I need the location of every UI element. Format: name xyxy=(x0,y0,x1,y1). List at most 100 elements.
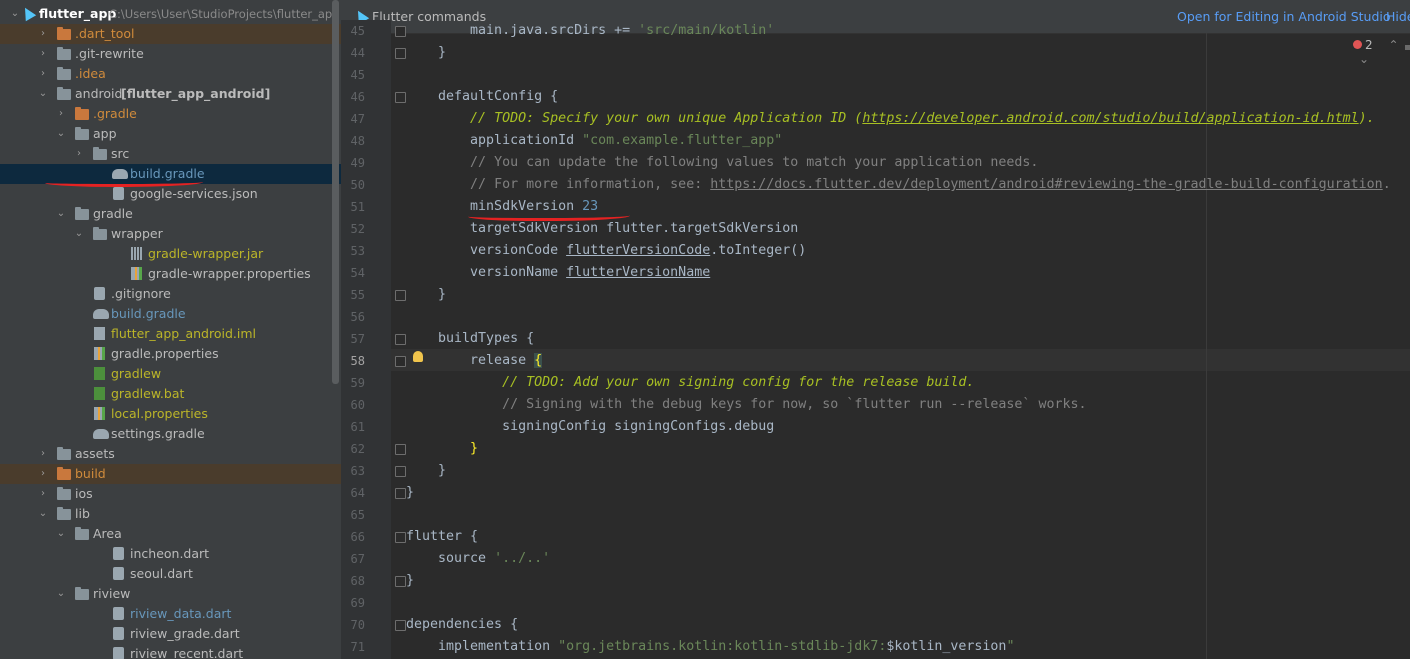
tree-item[interactable]: local.properties xyxy=(0,404,341,424)
tree-item[interactable]: › .dart_tool xyxy=(0,24,341,44)
code-line[interactable]: // TODO: Add your own signing config for… xyxy=(406,372,974,394)
chevron-down-icon[interactable]: ⌄ xyxy=(55,524,67,544)
tree-item[interactable]: › build xyxy=(0,464,341,484)
chevron-down-icon[interactable]: ⌄ xyxy=(37,84,49,104)
tree-item[interactable]: gradle-wrapper.properties xyxy=(0,264,341,284)
tree-item-label: gradle xyxy=(93,206,133,221)
chevron-right-icon[interactable]: › xyxy=(55,104,67,124)
chevron-down-icon[interactable]: ⌄ xyxy=(9,4,21,24)
chevron-right-icon[interactable]: › xyxy=(37,64,49,84)
folder-icon xyxy=(57,467,71,481)
tree-item-label: flutter_app_android.iml xyxy=(111,326,256,341)
code-line[interactable]: } xyxy=(406,482,414,504)
tree-item[interactable]: gradlew xyxy=(0,364,341,384)
chevron-right-icon[interactable]: › xyxy=(37,464,49,484)
code-line[interactable]: } xyxy=(406,438,478,460)
tree-item[interactable]: riview_data.dart xyxy=(0,604,341,624)
code-line[interactable]: // For more information, see: https://do… xyxy=(406,174,1391,196)
fold-marker-icon[interactable] xyxy=(395,48,406,59)
code-line[interactable]: versionCode flutterVersionCode.toInteger… xyxy=(406,240,806,262)
code-line[interactable]: // TODO: Specify your own unique Applica… xyxy=(406,108,1375,130)
code-line[interactable]: dependencies { xyxy=(406,614,518,636)
chevron-down-icon[interactable]: ⌄ xyxy=(55,204,67,224)
tree-item[interactable]: gradlew.bat xyxy=(0,384,341,404)
tree-item[interactable]: build.gradle xyxy=(0,304,341,324)
chevron-down-icon[interactable]: ⌄ xyxy=(73,224,85,244)
tree-item[interactable]: ⌄ riview xyxy=(0,584,341,604)
code-line[interactable]: } xyxy=(406,460,446,482)
tree-item[interactable]: gradle.properties xyxy=(0,344,341,364)
chevron-down-icon[interactable]: ⌄ xyxy=(55,124,67,144)
tree-item[interactable]: › .git-rewrite xyxy=(0,44,341,64)
tree-item[interactable]: ⌄ app xyxy=(0,124,341,144)
iml-file-icon xyxy=(93,327,107,341)
code-line[interactable]: buildTypes { xyxy=(406,328,534,350)
code-line[interactable]: } xyxy=(406,42,446,64)
fold-marker-icon[interactable] xyxy=(395,356,406,367)
tree-item[interactable]: ⌄ wrapper xyxy=(0,224,341,244)
code-line[interactable]: release { xyxy=(406,350,543,372)
tree-item[interactable]: gradle-wrapper.jar xyxy=(0,244,341,264)
line-number: 57 xyxy=(350,332,365,346)
code-line[interactable]: // You can update the following values t… xyxy=(406,152,1038,174)
code-line[interactable]: applicationId "com.example.flutter_app" xyxy=(406,130,782,152)
tree-item[interactable]: ⌄ lib xyxy=(0,504,341,524)
chevron-right-icon[interactable]: › xyxy=(37,44,49,64)
chevron-down-icon[interactable]: ⌄ xyxy=(37,504,49,524)
line-number: 63 xyxy=(350,464,365,478)
code-line[interactable]: } xyxy=(406,570,414,592)
tree-item[interactable]: .gitignore xyxy=(0,284,341,304)
fold-marker-icon[interactable] xyxy=(395,620,406,631)
tree-item[interactable]: › ios xyxy=(0,484,341,504)
tree-item[interactable]: ⌄ android [flutter_app_android] xyxy=(0,84,341,104)
tree-item[interactable]: riview_recent.dart xyxy=(0,644,341,659)
line-number: 58 xyxy=(350,354,365,368)
fold-marker-icon[interactable] xyxy=(395,26,406,37)
folder-icon xyxy=(57,87,71,101)
code-line[interactable]: } xyxy=(406,284,446,306)
fold-marker-icon[interactable] xyxy=(395,290,406,301)
chevron-right-icon[interactable]: › xyxy=(37,484,49,504)
tree-item[interactable]: ⌄ gradle xyxy=(0,204,341,224)
scroll-marker[interactable] xyxy=(1405,45,1410,50)
chevron-right-icon[interactable]: › xyxy=(37,24,49,44)
code-line[interactable]: implementation "org.jetbrains.kotlin:kot… xyxy=(406,636,1014,658)
tree-item[interactable]: ⌄ Area xyxy=(0,524,341,544)
chevron-right-icon[interactable]: › xyxy=(73,144,85,164)
fold-marker-icon[interactable] xyxy=(395,576,406,587)
chevron-right-icon[interactable]: › xyxy=(37,444,49,464)
open-in-android-studio-link[interactable]: Open for Editing in Android Studio xyxy=(1177,9,1391,24)
sidebar-scrollbar[interactable] xyxy=(332,0,339,384)
lightbulb-icon[interactable] xyxy=(413,351,423,362)
fold-marker-icon[interactable] xyxy=(395,466,406,477)
tree-item[interactable]: google-services.json xyxy=(0,184,341,204)
code-line[interactable]: signingConfig signingConfigs.debug xyxy=(406,416,774,438)
code-line[interactable]: // Signing with the debug keys for now, … xyxy=(406,394,1086,416)
tree-item[interactable]: settings.gradle xyxy=(0,424,341,444)
tree-item[interactable]: incheon.dart xyxy=(0,544,341,564)
hide-link[interactable]: Hide xyxy=(1386,9,1410,24)
code-line[interactable]: versionName flutterVersionName xyxy=(406,262,710,284)
code-line[interactable]: main.java.srcDirs += 'src/main/kotlin' xyxy=(406,20,774,42)
tree-item[interactable]: › assets xyxy=(0,444,341,464)
chevron-up-icon[interactable]: ⌃ xyxy=(1388,38,1398,52)
fold-marker-icon[interactable] xyxy=(395,334,406,345)
fold-marker-icon[interactable] xyxy=(395,444,406,455)
fold-marker-icon[interactable] xyxy=(395,92,406,103)
chevron-down-icon[interactable]: ⌄ xyxy=(1359,52,1369,66)
code-line[interactable]: source '../..' xyxy=(406,548,550,570)
fold-marker-icon[interactable] xyxy=(395,488,406,499)
tree-item[interactable]: riview_grade.dart xyxy=(0,624,341,644)
tree-item[interactable]: › .gradle xyxy=(0,104,341,124)
error-indicator[interactable]: 2 ⌃ ⌄ xyxy=(1353,38,1410,66)
code-line[interactable]: targetSdkVersion flutter.targetSdkVersio… xyxy=(406,218,798,240)
code-line[interactable]: flutter { xyxy=(406,526,478,548)
tree-item[interactable]: › src xyxy=(0,144,341,164)
tree-item[interactable]: flutter_app_android.iml xyxy=(0,324,341,344)
tree-item[interactable]: seoul.dart xyxy=(0,564,341,584)
chevron-down-icon[interactable]: ⌄ xyxy=(55,584,67,604)
code-line[interactable]: defaultConfig { xyxy=(406,86,558,108)
tree-item[interactable]: › .idea xyxy=(0,64,341,84)
fold-marker-icon[interactable] xyxy=(395,532,406,543)
tree-root[interactable]: ⌄ flutter_app C:\Users\User\StudioProjec… xyxy=(0,4,341,24)
